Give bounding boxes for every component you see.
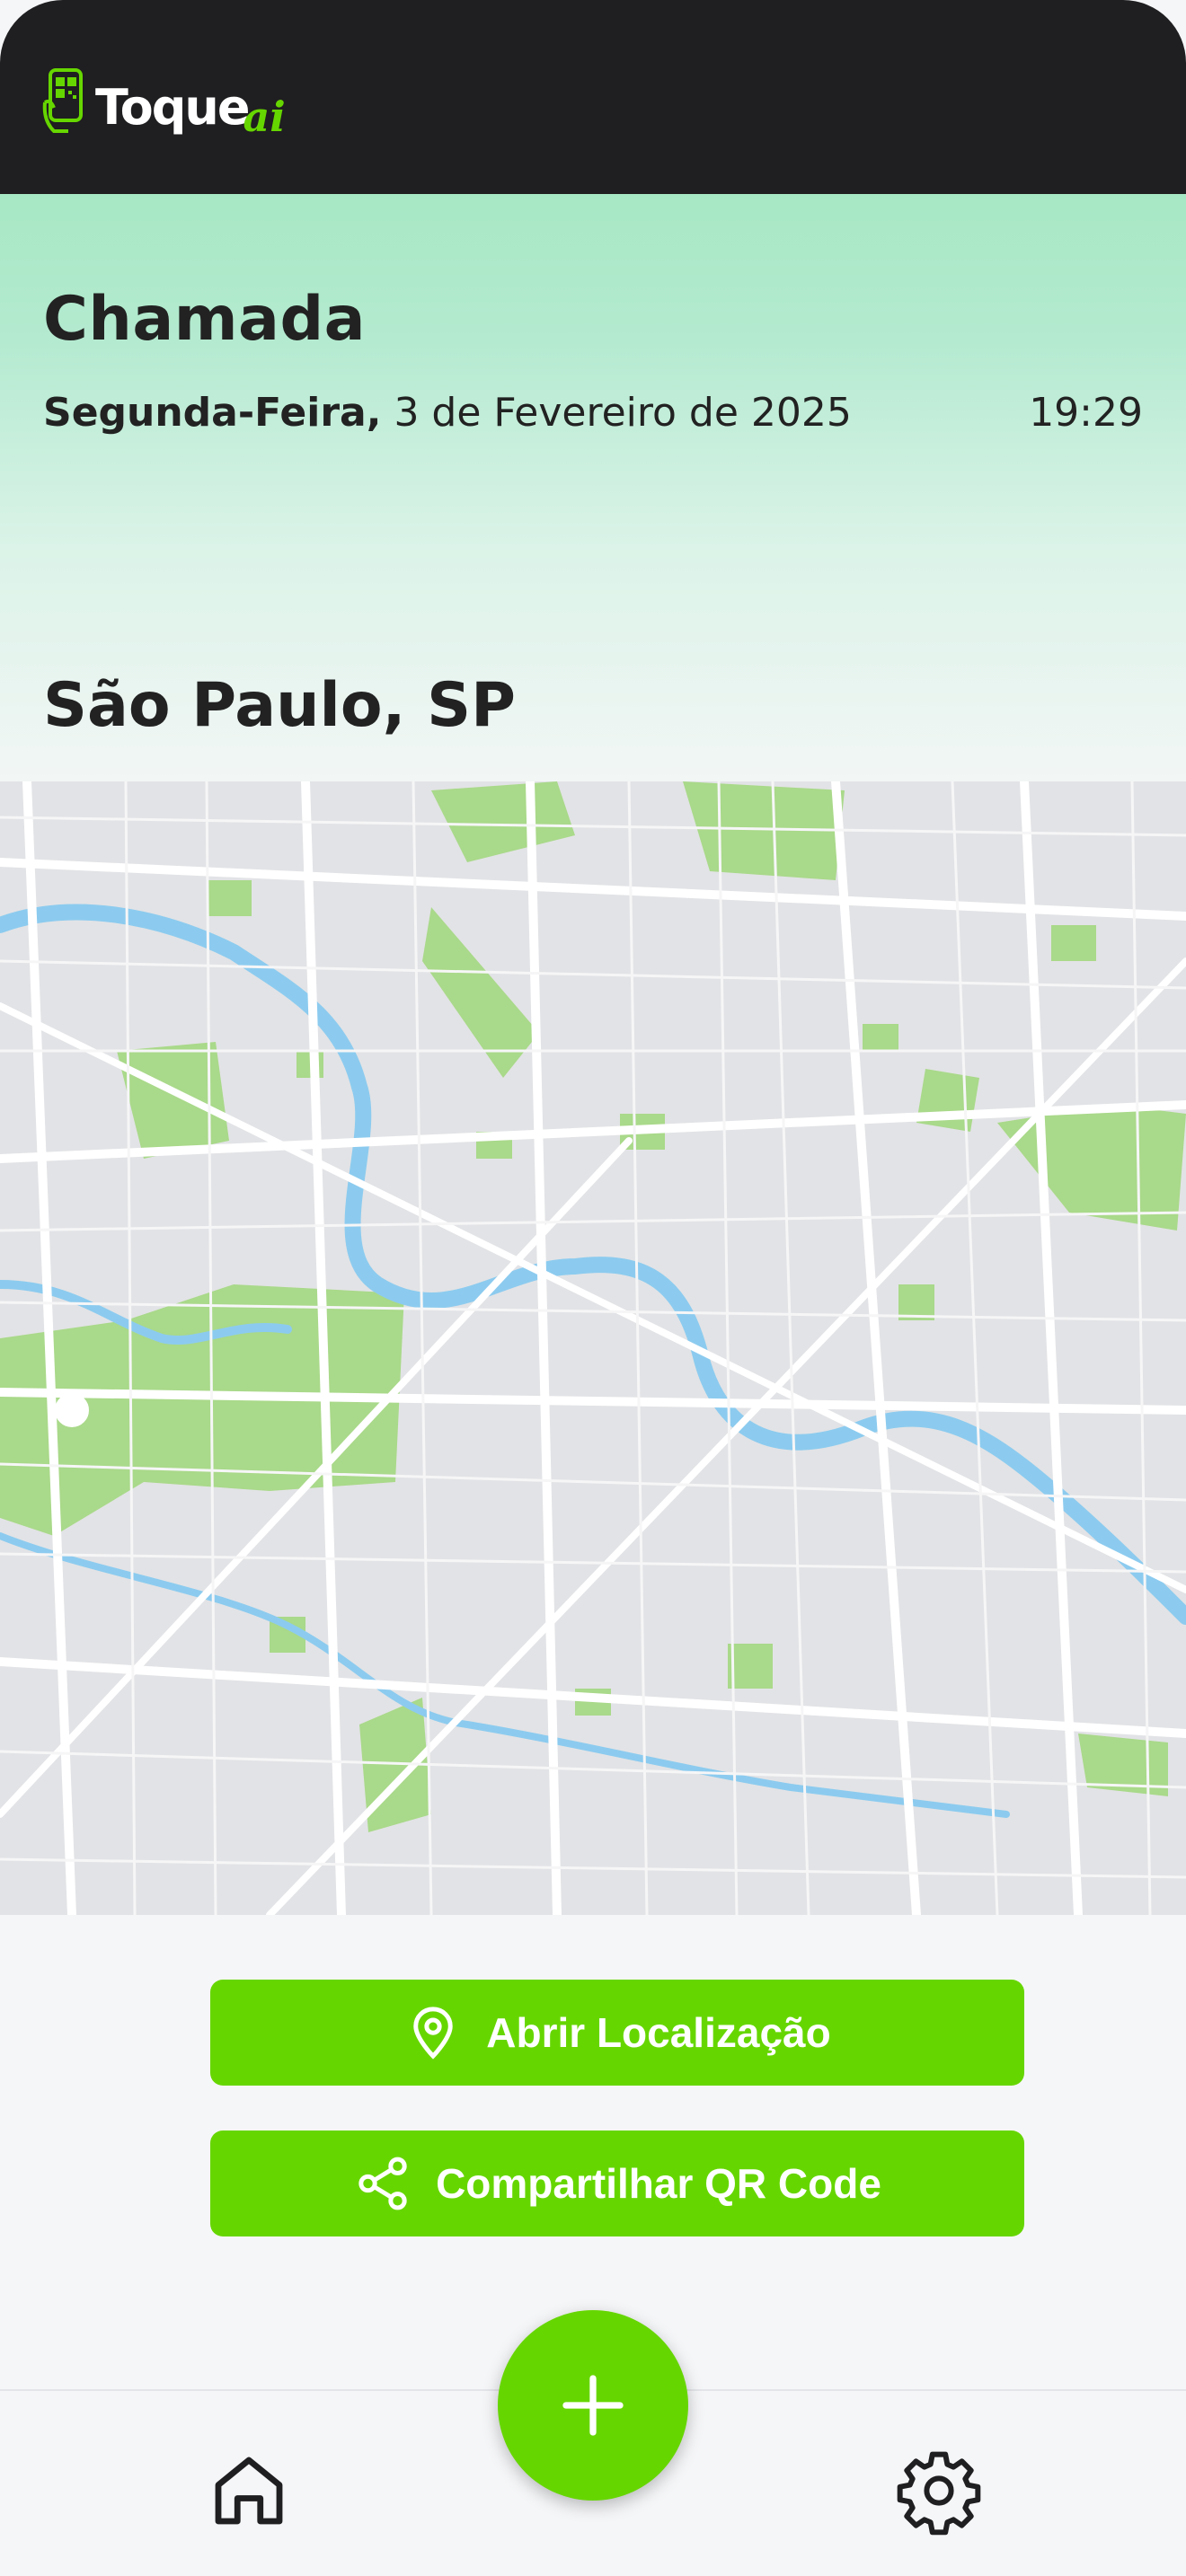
share-qr-label: Compartilhar QR Code	[436, 2160, 881, 2207]
phone-qr-icon	[42, 68, 83, 133]
home-icon[interactable]	[203, 2445, 295, 2536]
page-title: Chamada	[43, 284, 367, 355]
app-screen: Toque ai Chamada Segunda-Feira, 3 de Fev…	[0, 0, 1186, 2576]
full-date: 3 de Fevereiro de 2025	[394, 390, 852, 436]
open-location-label: Abrir Localização	[486, 2009, 831, 2056]
brand-name: Toque	[95, 79, 250, 136]
brand-suffix: ai	[243, 93, 286, 141]
plus-icon	[562, 2375, 624, 2436]
top-bar: Toque ai	[0, 0, 1186, 194]
call-header: Chamada Segunda-Feira, 3 de Fevereiro de…	[0, 194, 1186, 781]
map-pin-icon	[413, 2007, 453, 2060]
open-location-button[interactable]: Abrir Localização	[210, 1980, 1024, 2086]
city-map	[0, 781, 1186, 1915]
time-text: 19:29	[1029, 390, 1143, 436]
date-time-row: Segunda-Feira, 3 de Fevereiro de 2025 19…	[43, 390, 1143, 436]
add-call-button[interactable]	[498, 2310, 688, 2501]
weekday: Segunda-Feira,	[43, 390, 382, 436]
share-icon	[358, 2157, 407, 2210]
location-map[interactable]	[0, 781, 1186, 1915]
date-text: Segunda-Feira, 3 de Fevereiro de 2025	[43, 390, 852, 436]
app-logo[interactable]: Toque ai	[41, 63, 286, 141]
share-qr-button[interactable]: Compartilhar QR Code	[210, 2130, 1024, 2236]
gear-icon[interactable]	[893, 2445, 985, 2536]
location-title: São Paulo, SP	[43, 670, 516, 741]
